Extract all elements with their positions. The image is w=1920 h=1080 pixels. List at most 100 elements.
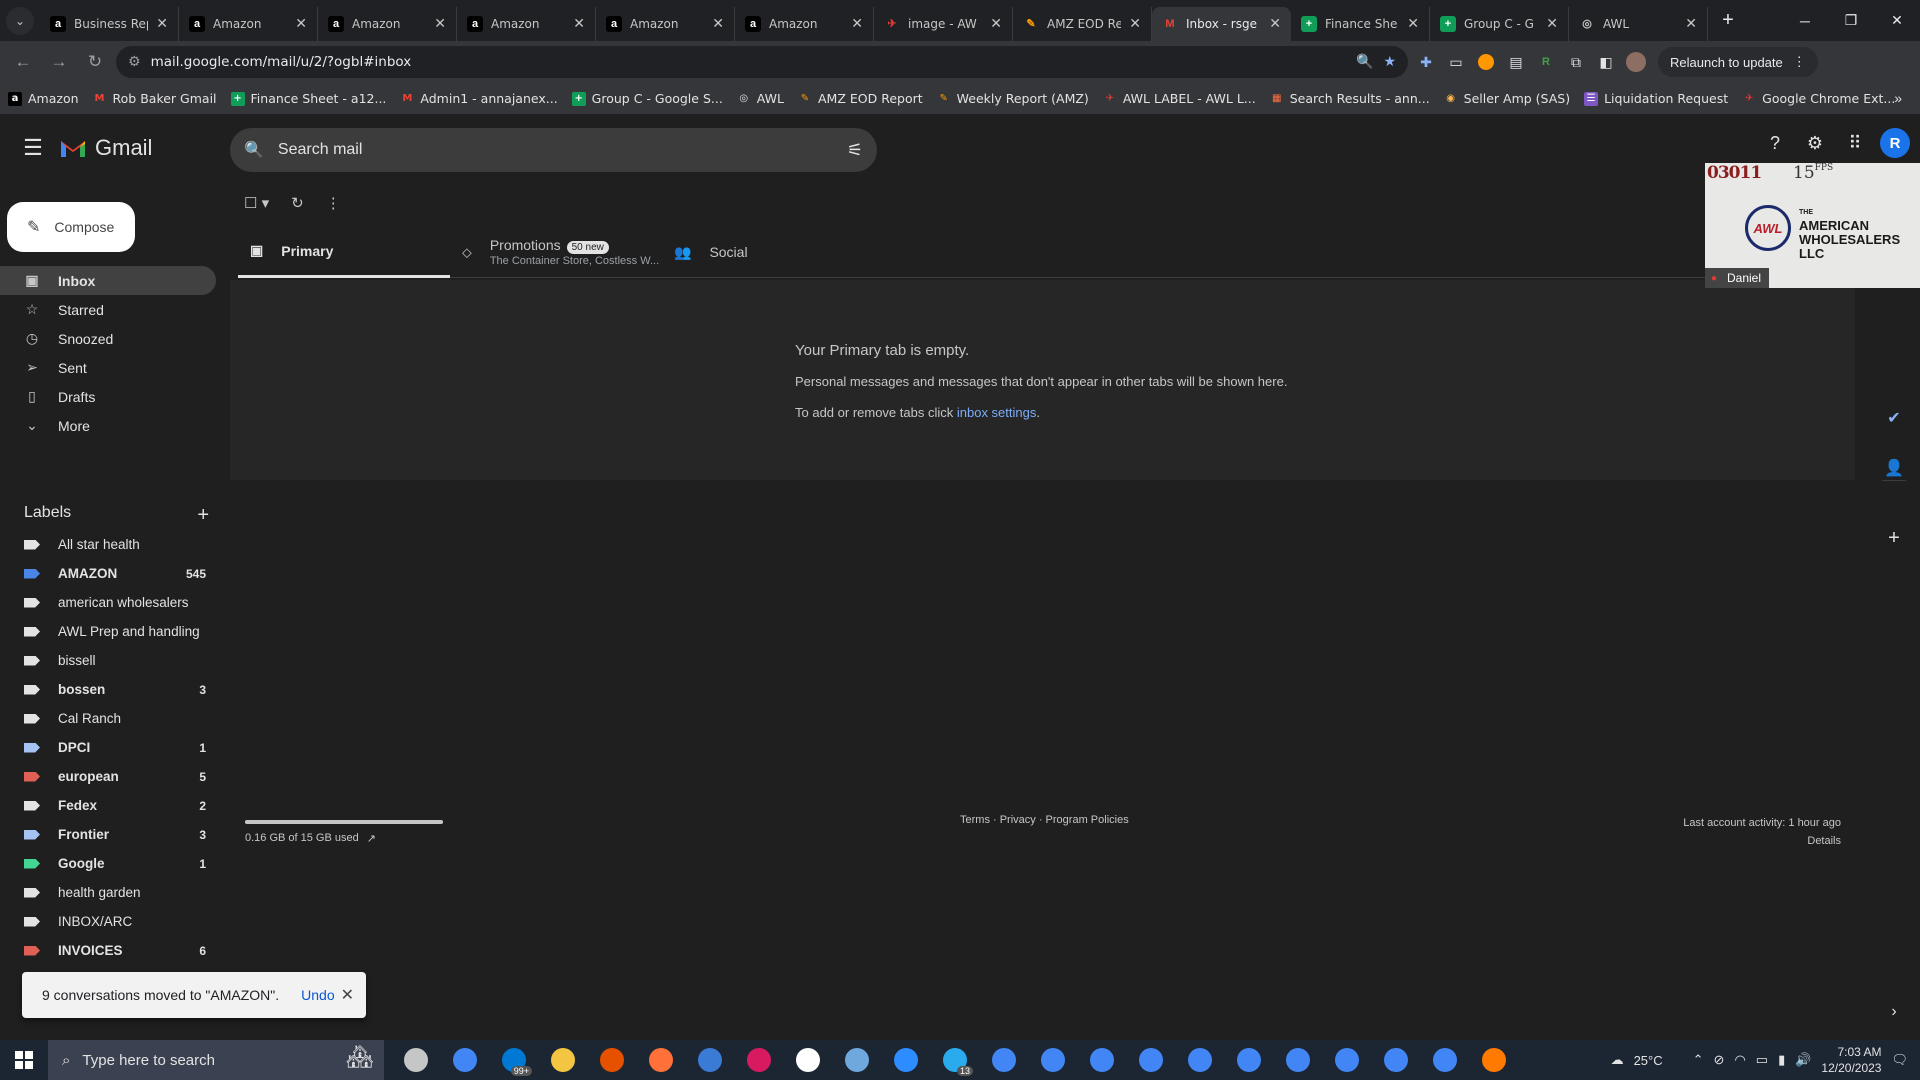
label-item[interactable]: Frontier 3 [0,820,216,849]
browser-tab[interactable]: a Amazon ✕ [735,6,874,41]
tab-close-icon[interactable]: ✕ [1685,15,1697,32]
taskbar-app-chrome[interactable] [1035,1042,1071,1078]
tab-close-icon[interactable]: ✕ [434,15,446,32]
bookmark-item[interactable]: M Rob Baker Gmail [93,91,217,106]
label-item[interactable] [0,1023,216,1028]
label-item[interactable]: bissell [0,646,216,675]
tab-close-icon[interactable]: ✕ [1129,15,1141,32]
clock[interactable]: 7:03 AM 12/20/2023 [1821,1044,1881,1076]
show-side-panel-icon[interactable]: › [1882,1000,1906,1024]
tab-promotions[interactable]: ⬦ Promotions 50 new The Container Store, Co… [450,226,662,278]
browser-tab[interactable]: M Inbox - rsge ✕ [1152,6,1291,41]
browser-tab[interactable]: ◎ AWL ✕ [1569,6,1708,41]
taskbar-app-telegram[interactable]: 13 [937,1042,973,1078]
extension-off-icon[interactable]: ▭ [1444,50,1468,74]
browser-tab[interactable]: ✈ image - AW ✕ [874,6,1013,41]
extension-chart-icon[interactable]: ▤ [1504,50,1528,74]
browser-tab[interactable]: a Business Rep ✕ [40,6,179,41]
tab-close-icon[interactable]: ✕ [712,15,724,32]
bookmark-item[interactable]: ◉ Seller Amp (SAS) [1444,91,1570,106]
label-item[interactable]: DPCI 1 [0,733,216,762]
label-item[interactable]: Fedex 2 [0,791,216,820]
taskbar-app-chrome[interactable] [1427,1042,1463,1078]
tab-close-icon[interactable]: ✕ [156,15,168,32]
side-panel-icon[interactable]: ◧ [1594,50,1618,74]
contacts-icon[interactable]: 👤 [1882,456,1906,480]
bookmark-item[interactable]: M Admin1 - annajanex... [400,91,557,106]
tab-primary[interactable]: ▣ Primary [238,226,450,278]
label-item[interactable]: health garden [0,878,216,907]
bookmark-item[interactable]: ✎ Weekly Report (AMZ) [937,91,1088,106]
minimize-icon[interactable]: ─ [1782,0,1828,41]
main-menu-icon[interactable]: ☰ [9,124,57,172]
tray-chevron-icon[interactable]: ⌃ [1693,1052,1704,1068]
bookmark-item[interactable]: a Amazon [8,91,79,106]
inbox-settings-link[interactable]: inbox settings [957,405,1037,420]
label-item[interactable]: Google 1 [0,849,216,878]
snackbar-close-icon[interactable]: ✕ [341,985,354,1005]
external-link-icon[interactable]: ↗ [367,832,376,845]
taskbar-app-chrome[interactable] [1133,1042,1169,1078]
new-tab-button[interactable]: + [1714,7,1742,35]
taskbar-app-chrome[interactable] [1084,1042,1120,1078]
weather-temp[interactable]: 25°C [1634,1053,1663,1068]
refresh-icon[interactable]: ↻ [291,194,304,212]
taskbar-app-chrome[interactable] [1231,1042,1267,1078]
tab-close-icon[interactable]: ✕ [295,15,307,32]
search-options-icon[interactable]: ⚟ [847,140,863,161]
browser-tab[interactable]: ✎ AMZ EOD Re ✕ [1013,6,1152,41]
meet-now-icon[interactable]: ▭ [1756,1052,1768,1068]
taskbar-app-chrome[interactable] [447,1042,483,1078]
notifications-icon[interactable]: 🗨 [1891,1052,1908,1068]
taskbar-app-rustdesk[interactable] [1476,1042,1512,1078]
bookmark-item[interactable]: ☰ Liquidation Request [1584,91,1728,106]
start-button[interactable] [0,1040,48,1080]
add-label-icon[interactable]: + [197,504,209,527]
taskbar-app-chrome[interactable] [1329,1042,1365,1078]
restore-icon[interactable]: ❐ [1828,0,1874,41]
search-bar[interactable]: 🔍 ⚟ [230,128,877,172]
extension-orange-icon[interactable] [1474,50,1498,74]
apps-grid-icon[interactable]: ⠿ [1840,128,1870,158]
taskbar-app-app-multicolor[interactable] [594,1042,630,1078]
tasks-icon[interactable]: ✔ [1882,406,1906,430]
network-off-icon[interactable]: ⊘ [1714,1052,1725,1068]
label-item[interactable]: american wholesalers [0,588,216,617]
nav-item-starred[interactable]: ☆ Starred [0,295,216,324]
taskbar-app-chrome[interactable] [1280,1042,1316,1078]
settings-gear-icon[interactable]: ⚙ [1800,128,1830,158]
taskbar-app-wps[interactable] [741,1042,777,1078]
video-call-overlay[interactable]: 03011 15FPS AWL THE AMERICAN WHOLESALERS… [1705,163,1920,288]
wifi-icon[interactable]: ◠ [1734,1052,1745,1068]
url-text[interactable]: mail.google.com/mail/u/2/?ogbl#inbox [151,54,1346,70]
tab-search-button[interactable]: ⌄ [6,6,34,35]
undo-button[interactable]: Undo [301,987,334,1003]
account-avatar[interactable]: R [1880,128,1910,158]
extensions-puzzle-icon[interactable]: ⧉ [1564,50,1588,74]
label-item[interactable]: All star health [0,530,216,559]
bookmark-item[interactable]: + Group C - Google S... [571,91,723,106]
browser-tab[interactable]: + Group C - G ✕ [1430,6,1569,41]
battery-icon[interactable]: ▮ [1778,1052,1785,1068]
taskbar-app-zoom[interactable] [888,1042,924,1078]
taskbar-app-calculator[interactable] [692,1042,728,1078]
label-item[interactable]: bossen 3 [0,675,216,704]
bookmark-item[interactable]: ✈ Google Chrome Ext... [1742,91,1895,106]
back-button[interactable]: ← [8,47,38,77]
zoom-icon[interactable]: 🔍 [1356,54,1373,70]
label-item[interactable]: AMAZON 545 [0,559,216,588]
label-item[interactable]: AWL Prep and handling [0,617,216,646]
weather-icon[interactable]: ☁ [1611,1052,1624,1068]
bookmark-item[interactable]: ◎ AWL [737,91,784,106]
browser-tab[interactable]: a Amazon ✕ [318,6,457,41]
nav-item-drafts[interactable]: ▯ Drafts [0,382,216,411]
tab-close-icon[interactable]: ✕ [573,15,585,32]
nav-item-inbox[interactable]: ▣ Inbox [0,266,216,295]
taskbar-app-chrome[interactable] [986,1042,1022,1078]
taskbar-search-input[interactable] [82,1051,263,1069]
omnibox[interactable]: ⚙ mail.google.com/mail/u/2/?ogbl#inbox 🔍… [116,46,1408,78]
bookmark-item[interactable]: ✈ AWL LABEL - AWL L... [1103,91,1256,106]
taskbar-app-notepad[interactable] [839,1042,875,1078]
taskbar-app-file-explorer[interactable] [545,1042,581,1078]
taskbar-search[interactable]: ⌕ 🏘 [48,1040,384,1080]
